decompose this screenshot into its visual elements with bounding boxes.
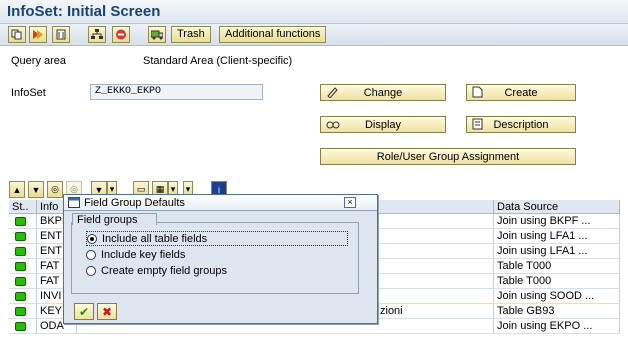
new-document-icon bbox=[472, 86, 483, 101]
data-source-cell: Join using LFA1 ... bbox=[494, 229, 620, 244]
status-cell bbox=[9, 259, 37, 274]
page-title: InfoSet: Initial Screen bbox=[7, 3, 161, 20]
execute-icon[interactable] bbox=[29, 26, 47, 43]
stop-icon[interactable] bbox=[112, 26, 130, 43]
description-button-label: Description bbox=[493, 118, 549, 131]
display-button[interactable]: Display bbox=[320, 116, 446, 133]
cancel-x-icon: ✖ bbox=[101, 304, 113, 319]
status-green-icon bbox=[15, 292, 26, 301]
glasses-icon bbox=[326, 118, 340, 133]
data-source-cell: Join using EKPO ... bbox=[494, 319, 620, 334]
close-icon[interactable]: × bbox=[344, 197, 356, 208]
dialog-title: Field Group Defaults bbox=[84, 197, 185, 209]
sort-ascending-icon[interactable]: ▲ bbox=[9, 181, 25, 198]
field-groups-label: Field groups bbox=[72, 213, 157, 226]
pencil-icon bbox=[326, 86, 339, 101]
status-green-icon bbox=[15, 262, 26, 271]
data-source-cell: Table T000 bbox=[494, 259, 620, 274]
dialog-title-bar: Field Group Defaults × bbox=[64, 195, 377, 211]
status-cell bbox=[9, 229, 37, 244]
status-green-icon bbox=[15, 277, 26, 286]
include-key-fields-radio[interactable]: Include key fields bbox=[86, 248, 348, 263]
dialog-window-icon bbox=[68, 197, 80, 213]
hierarchy-icon[interactable] bbox=[88, 26, 106, 43]
cancel-button[interactable]: ✖ bbox=[97, 303, 117, 320]
include-all-fields-label: Include all table fields bbox=[102, 233, 208, 245]
status-green-icon bbox=[15, 322, 26, 331]
status-green-icon bbox=[15, 217, 26, 226]
radio-unselected-icon bbox=[86, 250, 96, 260]
infoset-label: InfoSet bbox=[11, 87, 46, 99]
display-button-label: Display bbox=[364, 118, 402, 131]
radio-selected-icon bbox=[87, 234, 97, 244]
confirm-button[interactable]: ✔ bbox=[74, 303, 94, 320]
data-source-cell: Table GB93 bbox=[494, 304, 620, 319]
status-green-icon bbox=[15, 247, 26, 256]
change-button[interactable]: Change bbox=[320, 84, 446, 101]
field-groups-box: Field groups Include all table fields In… bbox=[71, 213, 359, 294]
data-source-cell: Join using SOOD ... bbox=[494, 289, 620, 304]
application-toolbar: Trash Additional functions bbox=[0, 24, 628, 46]
create-empty-groups-label: Create empty field groups bbox=[101, 265, 227, 277]
include-all-fields-radio[interactable]: Include all table fields bbox=[86, 231, 348, 246]
document-text-icon bbox=[472, 118, 483, 133]
copy-icon[interactable] bbox=[8, 26, 26, 43]
data-source-cell: Join using LFA1 ... bbox=[494, 244, 620, 259]
description-button[interactable]: Description bbox=[466, 116, 576, 133]
change-button-label: Change bbox=[363, 86, 403, 99]
find-icon[interactable]: ◎ bbox=[47, 181, 63, 198]
status-cell bbox=[9, 244, 37, 259]
status-green-icon bbox=[15, 307, 26, 316]
delete-icon[interactable] bbox=[52, 26, 70, 43]
status-cell bbox=[9, 289, 37, 304]
status-cell bbox=[9, 319, 37, 334]
status-cell bbox=[9, 304, 37, 319]
title-bar: InfoSet: Initial Screen bbox=[0, 0, 628, 24]
data-source-cell: Table T000 bbox=[494, 274, 620, 289]
checkmark-icon: ✔ bbox=[78, 304, 90, 319]
column-header-status[interactable]: St.. bbox=[9, 200, 37, 214]
create-button-label: Create bbox=[504, 86, 538, 99]
column-header-data-source[interactable]: Data Source bbox=[494, 200, 620, 214]
role-user-group-assignment-button[interactable]: Role/User Group Assignment bbox=[320, 148, 576, 165]
status-cell bbox=[9, 274, 37, 289]
status-cell bbox=[9, 214, 37, 229]
query-area-label: Query area bbox=[11, 55, 67, 67]
create-button[interactable]: Create bbox=[466, 84, 576, 101]
create-empty-groups-radio[interactable]: Create empty field groups bbox=[86, 264, 348, 279]
infoset-input[interactable]: Z_EKKO_EKPO bbox=[90, 84, 263, 100]
query-area-value: Standard Area (Client-specific) bbox=[143, 55, 293, 67]
additional-functions-button[interactable]: Additional functions bbox=[219, 26, 327, 43]
trash-button[interactable]: Trash bbox=[171, 26, 211, 43]
include-key-fields-label: Include key fields bbox=[101, 249, 186, 261]
transport-icon[interactable] bbox=[148, 26, 166, 43]
radio-unselected-icon bbox=[86, 266, 96, 276]
field-group-defaults-dialog: Field Group Defaults × Field groups Incl… bbox=[63, 194, 378, 324]
status-green-icon bbox=[15, 232, 26, 241]
data-source-cell: Join using BKPF ... bbox=[494, 214, 620, 229]
filter-icon[interactable]: ▼ bbox=[28, 181, 44, 198]
